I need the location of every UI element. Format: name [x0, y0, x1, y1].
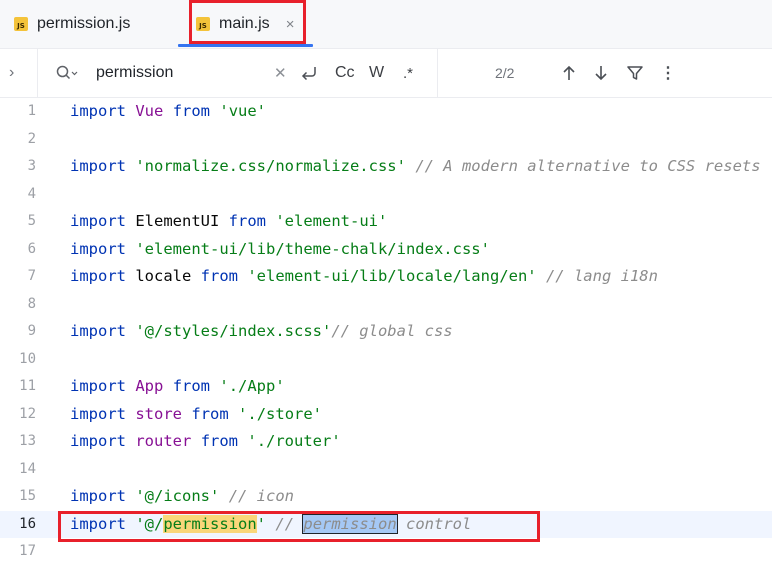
- code-line[interactable]: 10: [0, 346, 772, 374]
- line-number: 10: [19, 350, 36, 367]
- code-text: import 'normalize.css/normalize.css' // …: [70, 157, 761, 175]
- clear-search-icon[interactable]: ✕: [274, 49, 287, 97]
- arrow-up-icon[interactable]: [561, 49, 577, 97]
- code-line[interactable]: 15 import '@/icons' // icon: [0, 483, 772, 511]
- divider: [437, 49, 438, 97]
- code-text: import router from './router': [70, 432, 341, 450]
- match-count: 2/2: [495, 65, 515, 81]
- code-text: import '@/permission' // permission cont…: [70, 513, 472, 534]
- active-tab-indicator: [178, 44, 313, 47]
- tab-main-js[interactable]: JS main.js ×: [196, 0, 294, 48]
- code-line[interactable]: 12 import store from './store': [0, 401, 772, 429]
- search-input[interactable]: [96, 62, 266, 84]
- code-line[interactable]: 3 import 'normalize.css/normalize.css' //…: [0, 153, 772, 181]
- arrow-down-icon[interactable]: [593, 49, 609, 97]
- search-icon[interactable]: [56, 49, 78, 97]
- line-number: 7: [27, 268, 36, 284]
- code-line[interactable]: 5 import ElementUI from 'element-ui': [0, 208, 772, 236]
- editor-tab-bar: JS permission.js JS main.js ×: [0, 0, 772, 49]
- code-text: import 'element-ui/lib/theme-chalk/index…: [70, 239, 490, 258]
- regex-toggle[interactable]: .*: [403, 49, 413, 97]
- code-line[interactable]: 6 import 'element-ui/lib/theme-chalk/inde…: [0, 236, 772, 264]
- line-number: 2: [27, 130, 36, 147]
- line-number: 13: [19, 433, 36, 449]
- close-icon[interactable]: ×: [286, 16, 295, 33]
- line-number: 4: [27, 185, 36, 202]
- code-text: import '@/icons' // icon: [70, 487, 295, 505]
- code-line[interactable]: 16 import '@/permission' // permission co…: [0, 510, 772, 538]
- code-line[interactable]: 13 import router from './router': [0, 428, 772, 456]
- line-number: 15: [19, 488, 36, 504]
- code-line[interactable]: 11 import App from './App': [0, 373, 772, 401]
- code-line[interactable]: 14: [0, 456, 772, 484]
- line-number: 8: [27, 295, 36, 312]
- search-match: permission: [163, 514, 257, 533]
- code-line[interactable]: 7 import locale from 'element-ui/lib/loca…: [0, 263, 772, 291]
- code-line[interactable]: 4: [0, 181, 772, 209]
- current-search-match: permission: [302, 513, 398, 534]
- line-number: 9: [27, 323, 36, 339]
- line-number: 17: [19, 543, 36, 559]
- filter-icon[interactable]: [626, 49, 644, 97]
- js-file-icon: JS: [14, 17, 28, 31]
- line-number: 5: [27, 213, 36, 229]
- code-line[interactable]: 8: [0, 291, 772, 319]
- find-bar: › ✕ Cc W .* 2/2 ⋮: [0, 49, 772, 98]
- line-number: 11: [19, 378, 36, 394]
- code-line[interactable]: 17: [0, 538, 772, 566]
- tab-permission-js[interactable]: JS permission.js: [14, 0, 130, 48]
- code-text: import Vue from 'vue': [70, 102, 267, 120]
- divider: [37, 49, 38, 97]
- code-text: import ElementUI from 'element-ui': [70, 212, 388, 230]
- line-number: 1: [27, 103, 36, 119]
- code-line[interactable]: 1 import Vue from 'vue': [0, 98, 772, 126]
- code-text: import store from './store': [70, 404, 323, 423]
- more-vertical-icon[interactable]: ⋮: [660, 49, 676, 97]
- chevron-right-icon[interactable]: ›: [9, 49, 14, 97]
- line-number: 6: [27, 240, 36, 257]
- code-line[interactable]: 2: [0, 126, 772, 154]
- line-number: 12: [19, 405, 36, 422]
- code-text: import '@/styles/index.scss'// global cs…: [70, 322, 453, 340]
- line-number: 3: [27, 158, 36, 174]
- code-text: import App from './App': [70, 377, 285, 395]
- whole-word-toggle[interactable]: W: [369, 49, 384, 97]
- code-text: import locale from 'element-ui/lib/local…: [70, 267, 658, 285]
- code-line[interactable]: 9 import '@/styles/index.scss'// global c…: [0, 318, 772, 346]
- tab-label: main.js: [219, 15, 270, 32]
- line-number: 16: [19, 515, 36, 532]
- new-line-icon[interactable]: [300, 49, 318, 97]
- line-number: 14: [19, 460, 36, 477]
- js-file-icon: JS: [196, 17, 210, 31]
- code-editor[interactable]: 1 import Vue from 'vue' 2 3 import 'normaliz…: [0, 98, 772, 574]
- match-case-toggle[interactable]: Cc: [335, 49, 355, 97]
- tab-label: permission.js: [37, 15, 131, 32]
